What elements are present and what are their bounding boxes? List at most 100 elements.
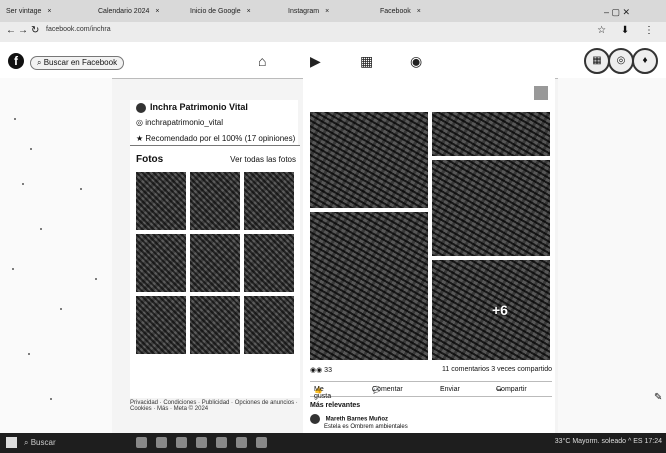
- comment-item: Mareth Barnes Muñoz Estela es Ombrem amb…: [310, 414, 408, 430]
- tab-label: Facebook: [380, 8, 411, 15]
- photo-thumb[interactable]: [136, 234, 186, 292]
- app-icon[interactable]: [236, 437, 247, 448]
- window-controls[interactable]: – ▢ ✕: [604, 4, 630, 20]
- close-icon[interactable]: ×: [325, 8, 329, 15]
- tab-3[interactable]: Inicio de Google ×: [190, 4, 251, 20]
- post-menu-icon[interactable]: [534, 86, 548, 100]
- decor-speck: [95, 278, 97, 280]
- photo-thumb[interactable]: [190, 172, 240, 230]
- groups-icon[interactable]: ◉: [410, 53, 422, 70]
- decor-speck: [22, 183, 24, 185]
- decor-speck: [80, 188, 82, 190]
- os-taskbar: ⌕ Buscar 33°C Mayorm. soleado ^ ES 17:24: [0, 433, 666, 453]
- taskbar-search[interactable]: ⌕ Buscar: [24, 438, 56, 448]
- photo-thumb[interactable]: [136, 296, 186, 354]
- facebook-logo[interactable]: f: [8, 53, 24, 69]
- taskbar-search-label: Buscar: [30, 438, 56, 447]
- reactions-count[interactable]: 33: [324, 367, 332, 374]
- close-icon[interactable]: ×: [247, 8, 251, 15]
- marketplace-icon[interactable]: ▦: [360, 53, 373, 70]
- comment-text: Estela es Ombrem ambientales: [324, 424, 408, 430]
- browser-tab-bar: Ser vintage × Calendario 2024 × Inicio de …: [0, 0, 666, 23]
- tab-2[interactable]: Calendario 2024 ×: [98, 4, 159, 20]
- page-name-row[interactable]: Inchra Patrimonio Vital: [136, 102, 248, 113]
- post-image[interactable]: [432, 160, 550, 256]
- photo-thumb[interactable]: [190, 296, 240, 354]
- post-image[interactable]: [432, 112, 550, 156]
- photo-thumb[interactable]: [244, 234, 294, 292]
- decor-speck: [60, 308, 62, 310]
- left-sidebar: [0, 78, 112, 433]
- photo-thumb[interactable]: [244, 296, 294, 354]
- system-tray[interactable]: 33°C Mayorm. soleado ^ ES 17:24: [555, 438, 662, 445]
- star-icon: ★: [136, 134, 146, 143]
- page-footer[interactable]: Privacidad · Condiciones · Publicidad · …: [130, 400, 300, 432]
- video-icon[interactable]: ▶: [310, 53, 321, 70]
- app-icon[interactable]: [216, 437, 227, 448]
- menu-grid-icon[interactable]: ▦: [584, 48, 610, 74]
- see-all-photos-link[interactable]: Ver todas las fotos: [230, 155, 296, 164]
- comments-sort-label[interactable]: Más relevantes: [310, 402, 360, 409]
- post-image[interactable]: [310, 112, 428, 208]
- commenter-name[interactable]: Mareth Barnes Muñoz: [326, 417, 388, 423]
- tab-label: Calendario 2024: [98, 8, 150, 15]
- tab-label: Instagram: [288, 8, 320, 15]
- decor-speck: [30, 148, 32, 150]
- facebook-header: f ⌕ Buscar en Facebook ⌂ ▶ ▦ ◉ ▦ ◎ ♦: [0, 42, 666, 79]
- messenger-icon[interactable]: ◎: [608, 48, 634, 74]
- decor-speck: [14, 118, 16, 120]
- app-icon[interactable]: [156, 437, 167, 448]
- photos-title: Fotos: [136, 154, 164, 165]
- browser-tools[interactable]: ☆ ⬇ ⋮: [597, 25, 660, 36]
- decor-speck: [40, 228, 42, 230]
- photos-card: Fotos Ver todas las fotos: [130, 145, 300, 398]
- close-icon[interactable]: ×: [155, 8, 159, 15]
- recommend-row: ★ Recomendado por el 100% (17 opiniones): [136, 134, 295, 143]
- recommend-text: Recomendado por el 100% (17 opiniones): [145, 134, 296, 143]
- app-icon[interactable]: [196, 437, 207, 448]
- comment-label: Comentar: [372, 386, 403, 393]
- app-icon[interactable]: [256, 437, 267, 448]
- url-field[interactable]: facebook.com/inchra: [46, 26, 111, 33]
- post-image[interactable]: [432, 260, 550, 360]
- post-actions: 👍 Me gusta 💬 Comentar ◌ Enviar ↪ Compart…: [310, 381, 552, 400]
- like-label: Me gusta: [314, 386, 332, 400]
- reload-icon[interactable]: ↻: [31, 25, 39, 36]
- photo-thumb[interactable]: [244, 172, 294, 230]
- search-placeholder: Buscar en Facebook: [43, 58, 118, 67]
- tab-label: Ser vintage: [6, 8, 42, 15]
- reactions-icon: ◉◉: [310, 367, 325, 374]
- tab-1[interactable]: Ser vintage ×: [6, 4, 52, 20]
- close-icon[interactable]: ×: [417, 8, 421, 15]
- post-stats-bar: ◉◉ 33 11 comentarios 3 veces compartido: [310, 366, 552, 374]
- start-icon[interactable]: [6, 437, 17, 448]
- app-icon[interactable]: [136, 437, 147, 448]
- decor-speck: [50, 398, 52, 400]
- address-bar: ← → ↻ facebook.com/inchra ☆ ⬇ ⋮: [0, 22, 666, 43]
- tab-4[interactable]: Instagram ×: [288, 4, 329, 20]
- avatar: [136, 102, 146, 113]
- photo-thumb[interactable]: [190, 234, 240, 292]
- home-icon[interactable]: ⌂: [258, 53, 266, 69]
- close-icon[interactable]: ×: [47, 8, 51, 15]
- page-name: Inchra Patrimonio Vital: [150, 102, 248, 112]
- forward-icon[interactable]: →: [18, 25, 28, 36]
- send-label: Enviar: [440, 386, 460, 393]
- post-image[interactable]: [310, 212, 428, 360]
- back-icon[interactable]: ←: [6, 25, 16, 36]
- right-sidebar: ✎: [558, 78, 666, 433]
- tab-5[interactable]: Facebook ×: [380, 4, 421, 20]
- decor-speck: [28, 353, 30, 355]
- more-photos-count[interactable]: +6: [492, 302, 508, 318]
- handle-row[interactable]: ◎ inchrapatrimonio_vital: [136, 118, 223, 127]
- photo-thumb[interactable]: [136, 172, 186, 230]
- notifications-icon[interactable]: ♦: [632, 48, 658, 74]
- search-icon: ⌕: [24, 438, 31, 447]
- comments-shares-count[interactable]: 11 comentarios 3 veces compartido: [442, 366, 552, 373]
- search-input[interactable]: ⌕ Buscar en Facebook: [30, 56, 125, 70]
- tab-label: Inicio de Google: [190, 8, 241, 15]
- avatar[interactable]: [310, 414, 320, 424]
- app-icon[interactable]: [176, 437, 187, 448]
- edit-icon[interactable]: ✎: [654, 392, 662, 403]
- handle-text: inchrapatrimonio_vital: [145, 118, 224, 127]
